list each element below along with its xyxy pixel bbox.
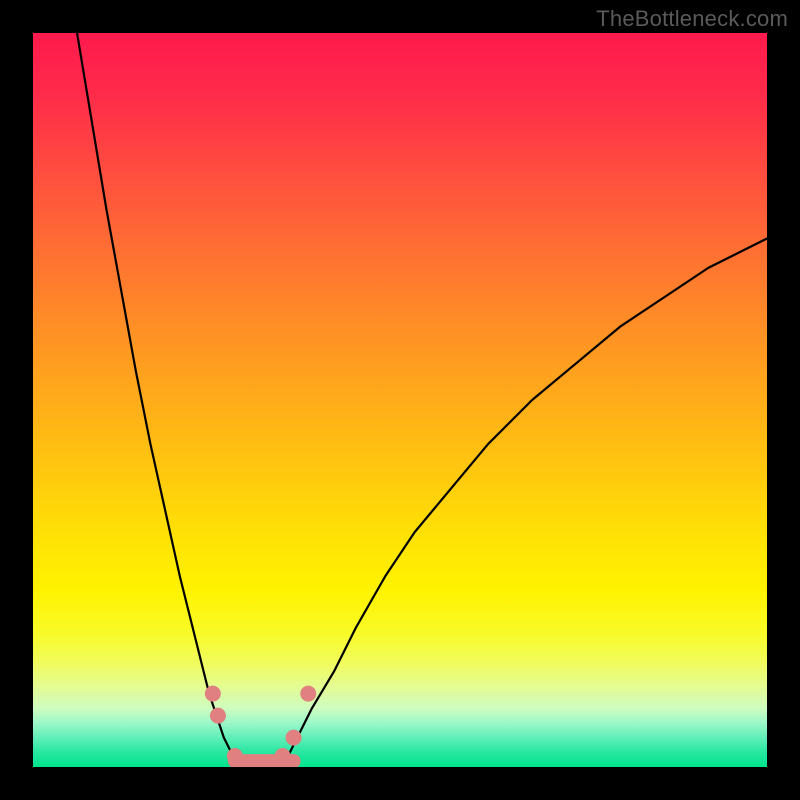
curve-left-branch — [77, 33, 238, 767]
marker-dot — [210, 708, 226, 724]
chart-frame: TheBottleneck.com — [0, 0, 800, 800]
curve-layer — [33, 33, 767, 767]
marker-dot — [205, 686, 221, 702]
curve-right-branch — [283, 239, 767, 767]
marker-dot — [227, 748, 243, 764]
plot-area — [33, 33, 767, 767]
marker-dot — [286, 730, 302, 746]
marker-dot — [275, 748, 291, 764]
marker-dot — [300, 686, 316, 702]
watermark-text: TheBottleneck.com — [596, 6, 788, 32]
